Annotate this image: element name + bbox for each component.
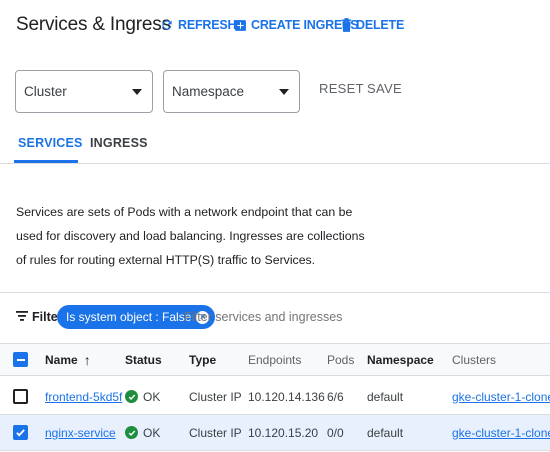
service-name-link[interactable]: frontend-5kd5f [45, 379, 122, 414]
select-all-checkbox[interactable] [13, 344, 28, 375]
save-button[interactable]: SAVE [367, 81, 402, 96]
refresh-label: REFRESH [178, 18, 237, 32]
endpoints-cell: 10.120.15.20 [248, 425, 319, 440]
cluster-link[interactable]: gke-cluster-1-clone-1 [452, 415, 550, 450]
cluster-select[interactable]: Cluster [15, 70, 153, 113]
delete-label: DELETE [356, 18, 405, 32]
description-text: Services are sets of Pods with a network… [16, 205, 365, 267]
status-cell: OK [125, 415, 160, 450]
tab-services[interactable]: SERVICES [18, 136, 83, 150]
chevron-down-icon [132, 88, 142, 95]
namespace-select-label: Namespace [172, 84, 245, 99]
table-row[interactable]: nginx-service OK Cluster IP 10.120.15.20… [0, 415, 550, 451]
namespace-cell: default [367, 389, 404, 404]
type-cell: Cluster IP [189, 425, 242, 440]
pods-cell: 6/6 [327, 389, 344, 404]
row-checkbox[interactable] [13, 415, 28, 450]
chevron-down-icon [279, 88, 289, 95]
service-name-link[interactable]: nginx-service [45, 415, 116, 450]
create-ingress-button[interactable]: CREATE INGRESS [234, 14, 359, 36]
table-row[interactable]: frontend-5kd5f OK Cluster IP 10.120.14.1… [0, 379, 550, 415]
table-header: Name ↑ Status Type Endpoints Pods Namesp… [0, 343, 550, 376]
column-header-clusters[interactable]: Clusters [452, 344, 496, 375]
status-cell: OK [125, 379, 160, 414]
filter-icon [16, 310, 28, 324]
column-header-endpoints[interactable]: Endpoints [248, 344, 301, 375]
check-circle-icon [125, 426, 138, 439]
type-cell: Cluster IP [189, 389, 242, 404]
reset-button[interactable]: RESET [319, 81, 364, 96]
sort-arrow-up-icon: ↑ [83, 351, 91, 368]
tabs-divider [0, 163, 550, 164]
section-divider [0, 292, 550, 293]
filter-button[interactable]: Filter [16, 310, 63, 324]
chip-label: Is system object : False [66, 310, 192, 324]
endpoints-cell: 10.120.14.136 [248, 389, 325, 404]
trash-icon [341, 18, 352, 32]
delete-button[interactable]: DELETE [341, 14, 404, 36]
row-checkbox[interactable] [13, 379, 28, 414]
refresh-icon [160, 18, 174, 32]
namespace-cell: default [367, 425, 404, 440]
column-header-type[interactable]: Type [189, 344, 216, 375]
tab-ingress[interactable]: INGRESS [90, 136, 148, 150]
check-circle-icon [125, 390, 138, 403]
column-header-name[interactable]: Name ↑ [45, 344, 91, 375]
page-title: Services & Ingress [16, 14, 171, 35]
refresh-button[interactable]: REFRESH [160, 14, 237, 36]
pods-cell: 0/0 [327, 425, 344, 440]
column-header-pods[interactable]: Pods [327, 344, 354, 375]
cluster-select-label: Cluster [24, 84, 67, 99]
namespace-select[interactable]: Namespace [163, 70, 300, 113]
add-box-icon [234, 19, 247, 32]
cluster-link[interactable]: gke-cluster-1-clone-1 [452, 379, 550, 414]
column-header-status[interactable]: Status [125, 344, 162, 375]
column-header-namespace[interactable]: Namespace [367, 344, 434, 375]
filter-input[interactable] [184, 310, 484, 324]
